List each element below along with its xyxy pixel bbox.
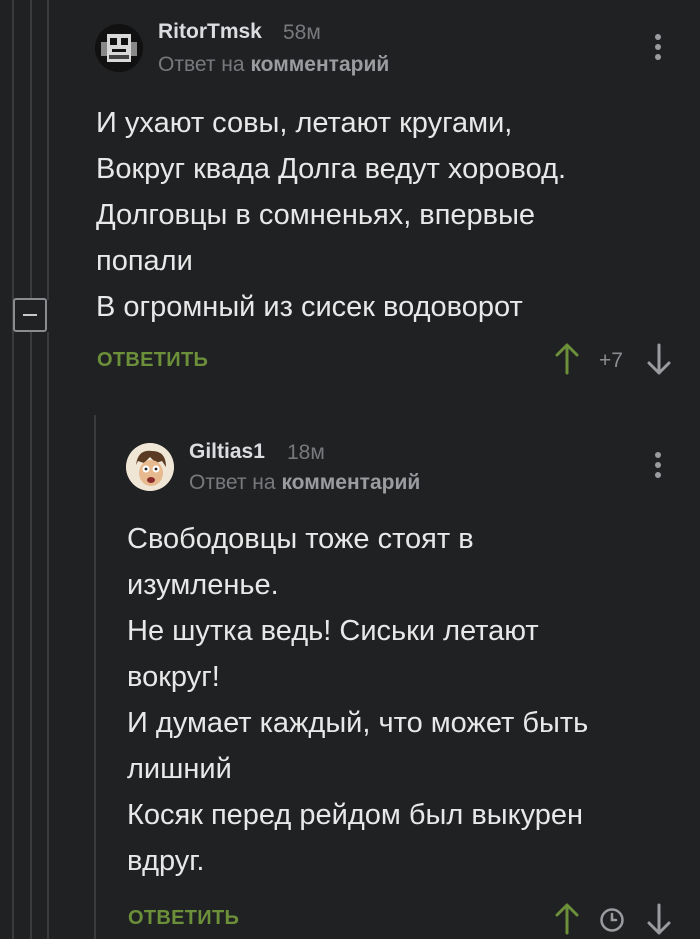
username[interactable]: Giltias1 — [189, 440, 265, 464]
comment-line: И ухают совы, летают кругами, — [96, 107, 513, 139]
comment-line: вокруг! — [127, 661, 220, 693]
comment-line: попали — [96, 245, 193, 277]
comment-line: И думает каждый, что может быть — [127, 707, 589, 739]
avatar[interactable] — [95, 24, 143, 72]
reply-to-prefix: Ответ на — [158, 53, 245, 76]
reply-to-link[interactable]: Ответ на комментарий — [189, 471, 420, 495]
reply-to-comment-link[interactable]: комментарий — [250, 53, 389, 76]
downvote-icon[interactable] — [646, 343, 672, 375]
comment-line: Не шутка ведь! Сиськи летают — [127, 615, 539, 647]
comment-text: И ухают совы, летают кругами, Вокруг ква… — [96, 100, 686, 330]
more-options-icon[interactable] — [654, 452, 662, 482]
comment-line: изумленье. — [127, 569, 279, 601]
comment-line: вдруг. — [127, 845, 205, 877]
rating: +7 — [599, 349, 623, 372]
reply-to-prefix: Ответ на — [189, 471, 276, 494]
reply-to-link[interactable]: Ответ на комментарий — [158, 53, 389, 77]
comment-giltias1: Giltias1 18м Ответ на комментарий Свобод… — [0, 420, 700, 939]
comment-line: Вокруг квада Долга ведут хоровод. — [96, 153, 567, 185]
reply-button[interactable]: ОТВЕТИТЬ — [97, 349, 208, 372]
upvote-icon[interactable] — [554, 903, 580, 935]
comment-line: Свободовцы тоже стоят в — [127, 523, 474, 555]
comment-line: Косяк перед рейдом был выкурен — [127, 799, 584, 831]
clock-icon — [600, 908, 624, 932]
more-options-icon[interactable] — [654, 34, 662, 64]
comment-text: Свободовцы тоже стоят в изумленье. Не шу… — [127, 516, 687, 884]
timestamp: 18м — [287, 441, 325, 464]
reply-to-comment-link[interactable]: комментарий — [281, 471, 420, 494]
avatar[interactable] — [126, 443, 174, 491]
comment-line: В огромный из сисек водоворот — [96, 291, 523, 323]
timestamp: 58м — [283, 21, 321, 44]
username[interactable]: RitorTmsk — [158, 20, 262, 44]
comment-line: Долговцы в сомненьях, впервые — [96, 199, 536, 231]
comment-ritortmsk: RitorTmsk 58м Ответ на комментарий И уха… — [0, 0, 700, 400]
upvote-icon[interactable] — [554, 343, 580, 375]
reply-button[interactable]: ОТВЕТИТЬ — [128, 907, 239, 930]
comment-line: лишний — [127, 753, 232, 785]
downvote-icon[interactable] — [646, 903, 672, 935]
